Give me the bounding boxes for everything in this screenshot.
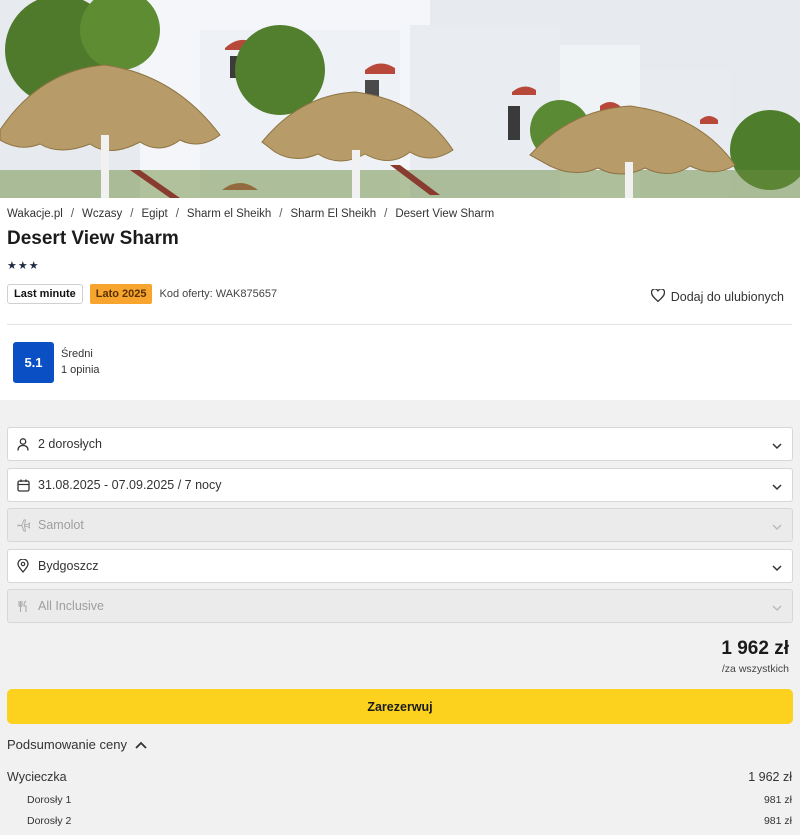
travelers-value: 2 dorosłych	[38, 437, 102, 451]
board-type-select: All Inclusive	[7, 589, 793, 623]
dates-value: 31.08.2025 - 07.09.2025 / 7 nocy	[38, 478, 222, 492]
breadcrumb-separator: /	[279, 208, 283, 220]
breadcrumb-separator: /	[70, 208, 75, 220]
breadcrumb-item[interactable]: Wakacje.pl	[7, 208, 63, 220]
price-summary-toggle[interactable]: Podsumowanie ceny	[7, 737, 147, 752]
chevron-down-icon	[772, 480, 782, 494]
offer-tags: Last minute Lato 2025 Kod oferty: WAK875…	[7, 284, 277, 304]
star-rating: ★★★	[7, 260, 40, 272]
last-minute-badge: Last minute	[7, 284, 83, 304]
transport-value: Samolot	[38, 518, 84, 532]
travelers-select[interactable]: 2 dorosłych	[7, 427, 793, 461]
total-price: 1 962 zł	[721, 638, 789, 659]
board-type-value: All Inclusive	[38, 599, 104, 613]
breadcrumb-separator: /	[175, 208, 179, 220]
transport-select: Samolot	[7, 508, 793, 542]
heart-icon	[650, 288, 665, 305]
price-summary-label: Podsumowanie ceny	[7, 737, 127, 752]
offer-code: Kod oferty: WAK875657	[159, 288, 278, 300]
rating-score-badge: 5.1	[13, 342, 54, 383]
season-badge: Lato 2025	[89, 284, 153, 304]
breadcrumb: Wakacje.pl / Wczasy / Egipt / Sharm el S…	[7, 208, 494, 220]
summary-row-value: 1 962 zł	[748, 770, 792, 784]
summary-row-label: Dorosły 1	[27, 794, 72, 806]
dates-select[interactable]: 31.08.2025 - 07.09.2025 / 7 nocy	[7, 468, 793, 502]
rating-summary[interactable]: Średni 1 opinia	[61, 346, 100, 378]
calendar-icon	[16, 478, 30, 492]
price-note: /za wszystkich	[721, 663, 789, 675]
booking-panel: 2 dorosłych 31.08.2025 - 07.09.2025 / 7 …	[0, 400, 800, 835]
breadcrumb-item[interactable]: Wczasy	[82, 208, 122, 220]
book-button[interactable]: Zarezerwuj	[7, 689, 793, 724]
favorites-label: Dodaj do ulubionych	[670, 290, 784, 304]
breadcrumb-item-current: Desert View Sharm	[395, 208, 495, 220]
breadcrumb-separator: /	[384, 208, 388, 220]
add-to-favorites-button[interactable]: Dodaj do ulubionych	[650, 288, 784, 305]
breadcrumb-separator: /	[130, 208, 134, 220]
plane-icon	[16, 518, 30, 532]
hotel-photo	[0, 0, 800, 198]
departure-city-value: Bydgoszcz	[38, 559, 99, 573]
chevron-down-icon	[772, 439, 782, 453]
summary-row-value: 981 zł	[763, 815, 792, 827]
chevron-down-icon	[772, 561, 782, 575]
person-icon	[16, 437, 30, 451]
departure-city-select[interactable]: Bydgoszcz	[7, 549, 793, 583]
divider	[7, 324, 792, 325]
breadcrumb-item[interactable]: Egipt	[141, 208, 167, 220]
breadcrumb-item[interactable]: Sharm El Sheikh	[290, 208, 376, 220]
summary-row-value: 981 zł	[763, 794, 792, 806]
chevron-up-icon	[135, 737, 147, 752]
reviews-count: 1 opinia	[61, 364, 100, 376]
location-pin-icon	[16, 559, 30, 573]
summary-row-label: Wycieczka	[7, 770, 67, 784]
cutlery-icon	[16, 599, 30, 613]
rating-label: Średni	[61, 348, 93, 360]
chevron-down-icon	[772, 601, 782, 615]
breadcrumb-item[interactable]: Sharm el Sheikh	[187, 208, 271, 220]
hotel-header: Wakacje.pl / Wczasy / Egipt / Sharm el S…	[0, 198, 800, 400]
hotel-title: Desert View Sharm	[7, 228, 179, 249]
summary-row-label: Dorosły 2	[27, 815, 72, 827]
chevron-down-icon	[772, 520, 782, 534]
